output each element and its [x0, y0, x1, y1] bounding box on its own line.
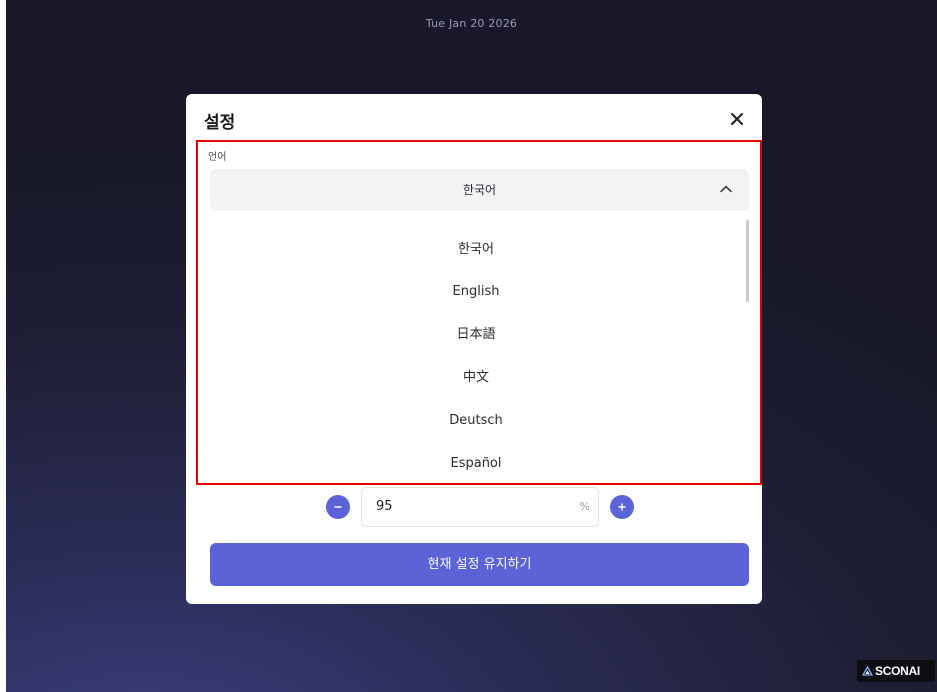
language-options-list[interactable]: 한국어 English 日本語 中文 Deutsch Español — [210, 216, 749, 484]
triangle-logo-icon — [862, 666, 873, 676]
date-display: Tue Jan 20 2026 — [425, 17, 518, 30]
close-icon — [731, 113, 743, 125]
close-button[interactable] — [726, 108, 748, 130]
chevron-up-icon — [720, 185, 732, 193]
language-option-korean[interactable]: 한국어 — [210, 230, 742, 270]
dialog-title: 설정 — [204, 113, 236, 133]
language-option-chinese[interactable]: 中文 — [210, 358, 742, 398]
language-select[interactable]: 한국어 — [210, 169, 749, 211]
brand-text: SCONAI — [875, 664, 920, 678]
plus-icon — [618, 503, 626, 511]
zoom-decrease-button[interactable] — [326, 495, 350, 519]
zoom-input[interactable]: 95 % — [361, 487, 599, 527]
language-option-german[interactable]: Deutsch — [210, 401, 742, 441]
language-option-english[interactable]: English — [210, 272, 742, 312]
language-option-japanese[interactable]: 日本語 — [210, 315, 742, 355]
zoom-value: 95 — [376, 499, 393, 514]
brand-badge: SCONAI — [857, 660, 935, 682]
keep-current-settings-button[interactable]: 현재 설정 유지하기 — [210, 543, 749, 586]
zoom-unit: % — [579, 500, 590, 513]
zoom-increase-button[interactable] — [610, 495, 634, 519]
minus-icon — [334, 506, 342, 508]
options-scrollbar[interactable] — [746, 220, 749, 302]
language-selected-value: 한국어 — [462, 183, 497, 197]
language-option-spanish[interactable]: Español — [210, 444, 742, 484]
language-label: 언어 — [208, 152, 227, 163]
